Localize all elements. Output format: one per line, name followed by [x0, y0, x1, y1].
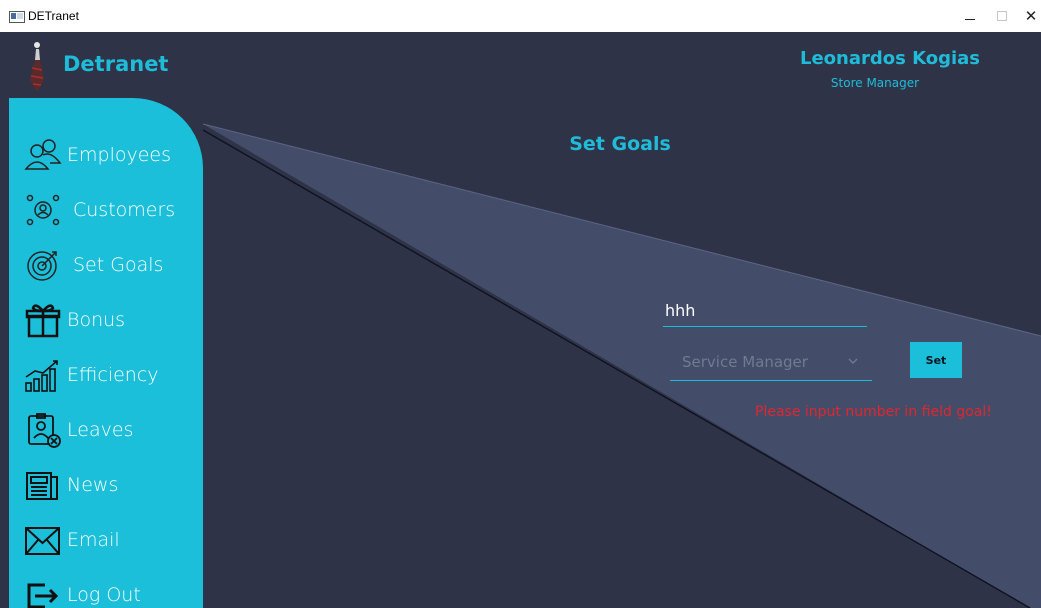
chart-icon — [23, 357, 63, 393]
gift-icon — [23, 302, 63, 338]
sidebar-item-efficiency[interactable]: Efficiency — [9, 353, 203, 397]
employees-icon — [23, 137, 63, 173]
set-button[interactable]: Set — [910, 342, 962, 378]
sidebar-item-log-out[interactable]: Log Out — [9, 573, 203, 608]
page-title: Set Goals — [569, 133, 671, 155]
close-icon: ✕ — [1024, 6, 1038, 25]
brand-name: Detranet — [63, 52, 169, 76]
main-content: Detranet Leonardos Kogias Store Manager … — [0, 32, 1041, 608]
sidebar-item-label: Log Out — [67, 584, 141, 606]
sidebar-item-label: Set Goals — [73, 254, 164, 276]
sidebar-item-label: Customers — [73, 199, 176, 221]
sidebar-item-employees[interactable]: Employees — [9, 133, 203, 177]
user-name: Leonardos Kogias — [799, 48, 981, 69]
envelope-icon — [23, 522, 63, 558]
sidebar-item-email[interactable]: Email — [9, 518, 203, 562]
sidebar-item-label: News — [67, 474, 119, 496]
sidebar-item-customers[interactable]: Customers — [9, 188, 203, 232]
window-title: DETranet — [28, 9, 79, 23]
logo-icon — [30, 42, 44, 92]
sidebar-item-news[interactable]: News — [9, 463, 203, 507]
app-window: DETranet ✕ Detranet Leonardos Kogias Sto… — [0, 0, 1041, 608]
sidebar-item-set-goals[interactable]: Set Goals — [9, 243, 203, 287]
customers-icon — [23, 192, 63, 228]
sidebar-item-label: Employees — [67, 144, 171, 166]
error-message: Please input number in field goal! — [755, 404, 992, 420]
sidebar-item-label: Bonus — [67, 309, 126, 331]
role-select-value: Service Manager — [682, 353, 808, 371]
leave-icon — [23, 412, 63, 448]
sidebar-item-bonus[interactable]: Bonus — [9, 298, 203, 342]
close-button[interactable]: ✕ — [1013, 3, 1041, 29]
sidebar: Employees Customers Set Goals Bonus Effi… — [9, 98, 203, 608]
logout-icon — [23, 577, 63, 608]
sidebar-item-leaves[interactable]: Leaves — [9, 408, 203, 452]
maximize-icon — [997, 11, 1007, 21]
goal-input[interactable] — [663, 294, 867, 327]
sidebar-item-label: Leaves — [67, 419, 134, 441]
chevron-down-icon — [848, 358, 858, 364]
minimize-button[interactable] — [952, 3, 988, 29]
user-role: Store Manager — [830, 76, 920, 90]
title-bar[interactable]: DETranet ✕ — [0, 0, 1041, 32]
app-icon — [9, 11, 25, 23]
target-icon — [23, 247, 63, 283]
sidebar-item-label: Efficiency — [67, 364, 159, 386]
minimize-icon — [965, 18, 975, 20]
sidebar-item-label: Email — [67, 529, 120, 551]
newspaper-icon — [23, 467, 63, 503]
role-select[interactable]: Service Manager — [670, 344, 872, 381]
